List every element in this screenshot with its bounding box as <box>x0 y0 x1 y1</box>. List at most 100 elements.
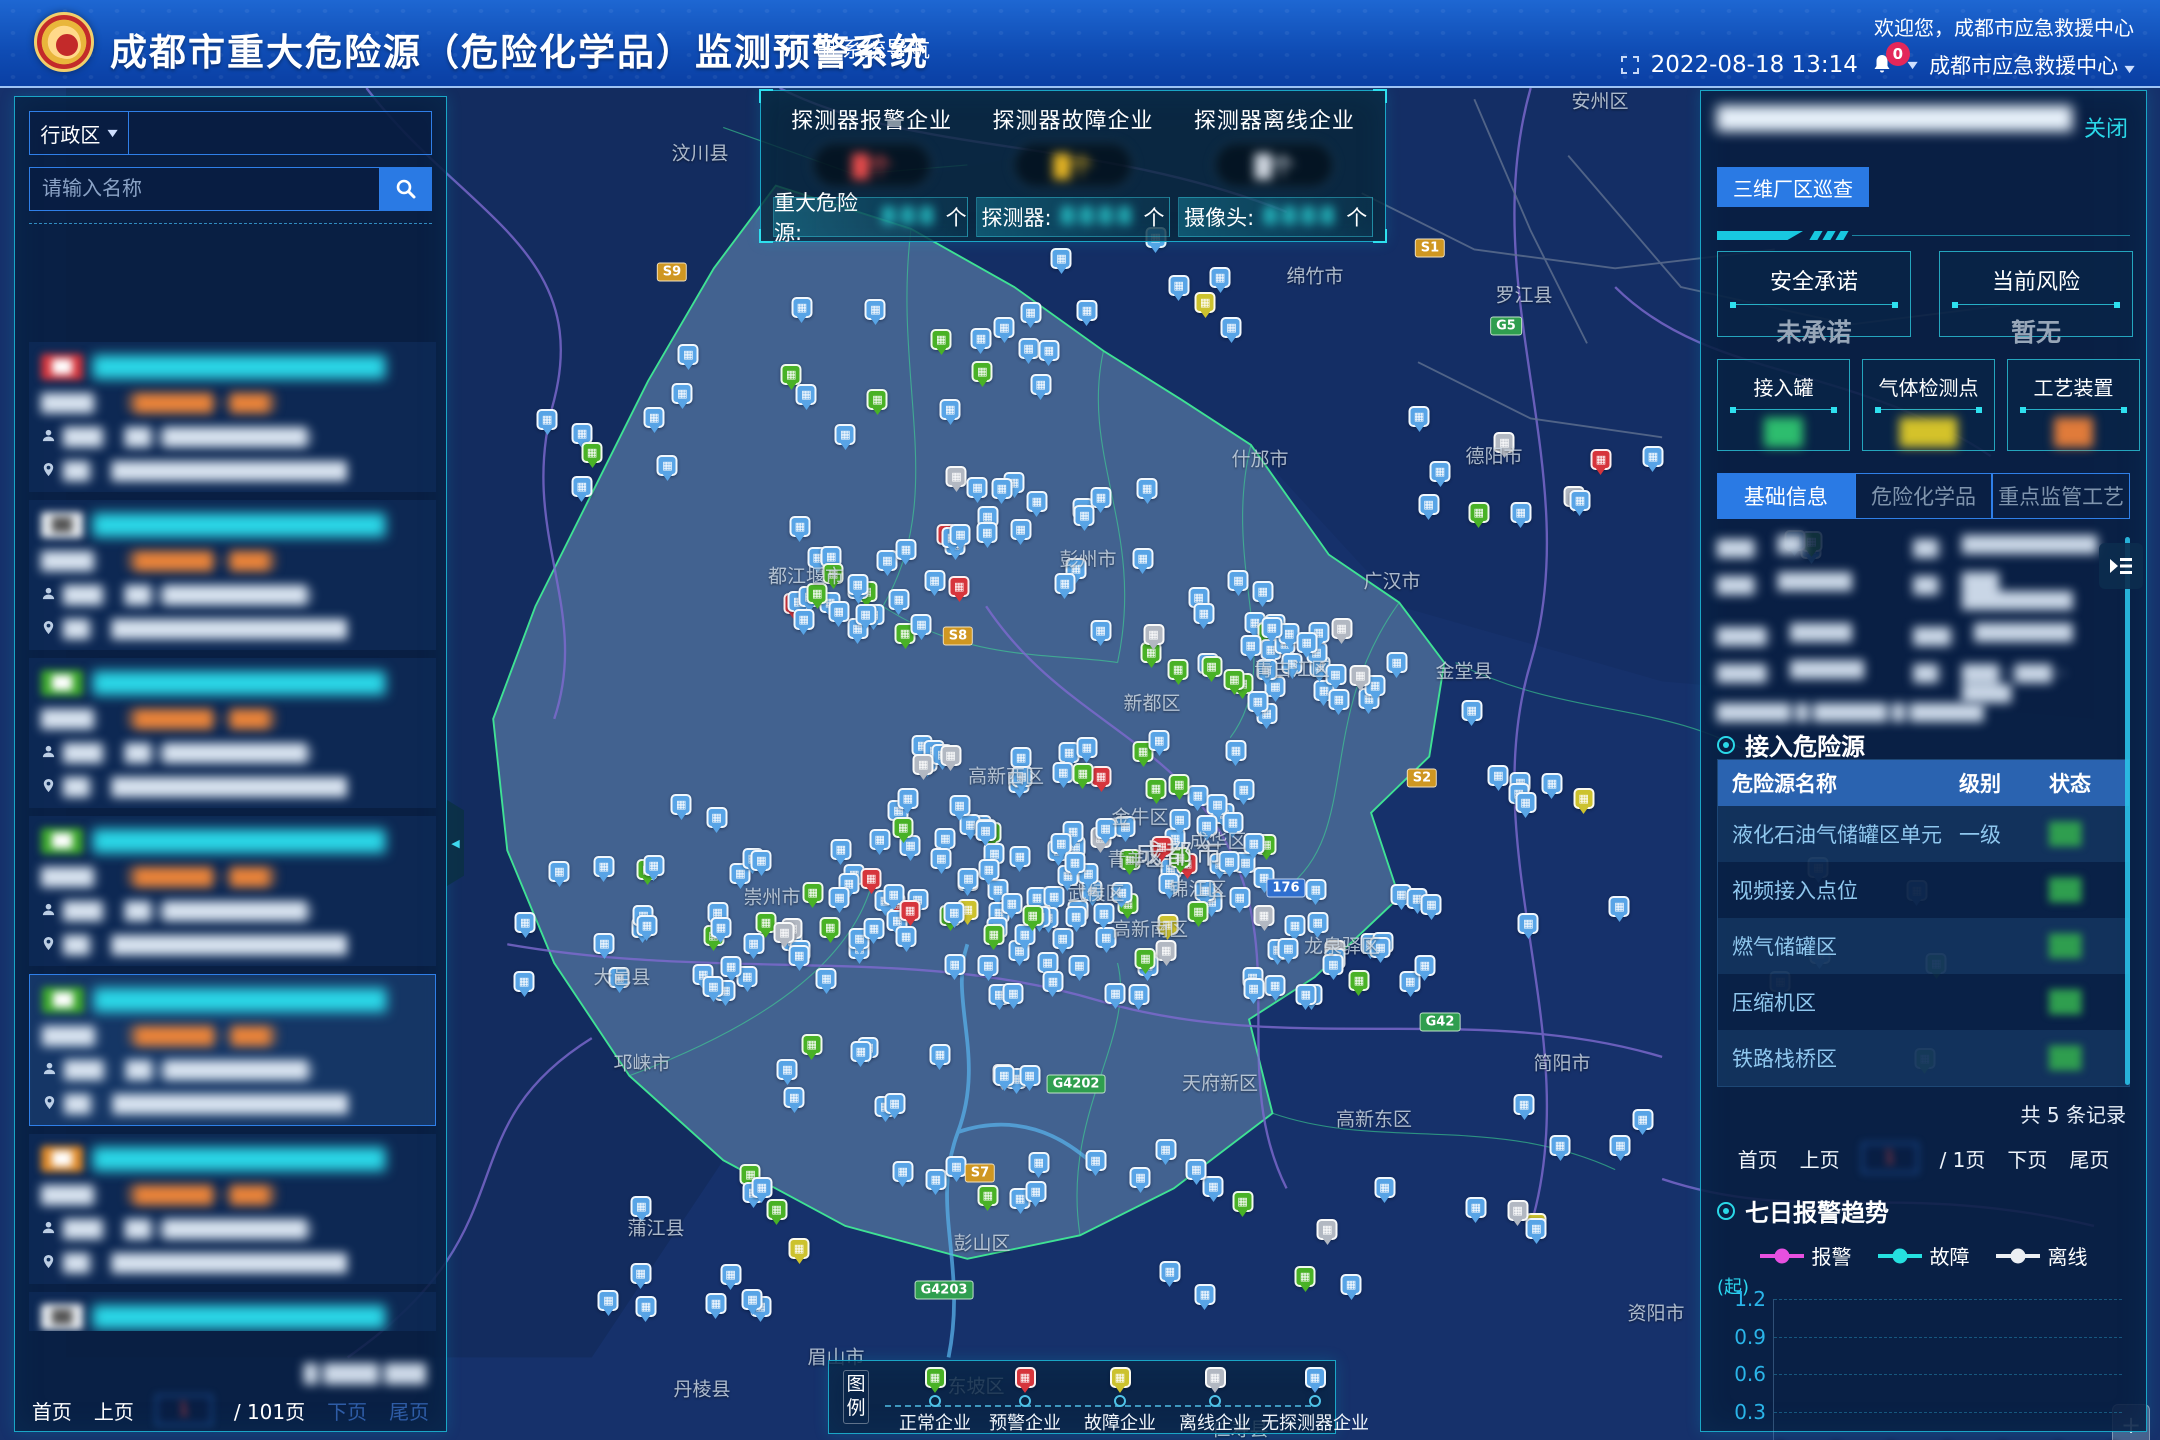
map-marker[interactable]: ▦ <box>949 576 970 597</box>
page-next[interactable]: 下页 <box>327 1396 367 1425</box>
map-marker[interactable]: ▦ <box>820 917 841 938</box>
map-marker[interactable]: ▦ <box>1341 1274 1362 1295</box>
map-marker[interactable]: ▦ <box>1421 894 1442 915</box>
map-marker[interactable]: ▦ <box>924 570 945 591</box>
map-marker[interactable]: ▦ <box>582 442 603 463</box>
map-marker[interactable]: ▦ <box>1488 765 1509 786</box>
map-marker[interactable]: ▦ <box>1188 901 1209 922</box>
map-marker[interactable]: ▦ <box>766 1199 787 1220</box>
map-marker[interactable]: ▦ <box>1468 502 1489 523</box>
map-marker[interactable]: ▦ <box>925 1169 946 1190</box>
map-marker[interactable]: ▦ <box>1169 809 1190 830</box>
map-marker[interactable]: ▦ <box>1038 340 1059 361</box>
map-marker[interactable]: ▦ <box>572 423 593 444</box>
map-marker[interactable]: ▦ <box>977 1185 998 1206</box>
company-list-item[interactable]: █████████████████████████：【██████－███】██… <box>29 816 436 966</box>
system-nav-menu[interactable]: 系统导航 <box>818 32 930 64</box>
map-marker[interactable]: ▦ <box>1610 1135 1631 1156</box>
map-marker[interactable]: ▦ <box>1169 774 1190 795</box>
map-marker[interactable]: ▦ <box>1573 788 1594 809</box>
map-marker[interactable]: ▦ <box>751 850 772 871</box>
map-marker[interactable]: ▦ <box>1350 665 1371 686</box>
bell-caret-icon[interactable]: ▼ <box>1907 59 1917 70</box>
map-marker[interactable]: ▦ <box>1409 406 1430 427</box>
map-marker[interactable]: ▦ <box>1228 570 1249 591</box>
hazard-table-row[interactable]: 视频接入点位██ <box>1718 862 2129 918</box>
map-marker[interactable]: ▦ <box>1240 635 1261 656</box>
company-list-item[interactable]: █████████████████████████：【██████－███】██… <box>29 1292 436 1331</box>
company-list-item[interactable]: █████████████████████████：【██████－███】██… <box>29 974 436 1126</box>
map-marker[interactable]: ▦ <box>1044 886 1065 907</box>
map-marker[interactable]: ▦ <box>911 614 932 635</box>
map-marker[interactable]: ▦ <box>781 364 802 385</box>
map-marker[interactable]: ▦ <box>1295 1266 1316 1287</box>
legend-series-item[interactable]: 报警 <box>1760 1241 1852 1270</box>
map-marker[interactable]: ▦ <box>1186 1159 1207 1180</box>
map-marker[interactable]: ▦ <box>549 861 570 882</box>
map-marker[interactable]: ▦ <box>1025 1181 1046 1202</box>
map-marker[interactable]: ▦ <box>861 868 882 889</box>
map-marker[interactable]: ▦ <box>1132 548 1153 569</box>
map-marker[interactable]: ▦ <box>935 828 956 849</box>
map-marker[interactable]: ▦ <box>983 924 1004 945</box>
map-marker[interactable]: ▦ <box>1105 983 1126 1004</box>
map-marker[interactable]: ▦ <box>1265 975 1286 996</box>
map-marker[interactable]: ▦ <box>1278 938 1299 959</box>
map-marker[interactable]: ▦ <box>977 522 998 543</box>
map-marker[interactable]: ▦ <box>1418 494 1439 515</box>
map-marker[interactable]: ▦ <box>1510 502 1531 523</box>
map-marker[interactable]: ▦ <box>1541 773 1562 794</box>
search-input[interactable] <box>29 167 380 211</box>
map-marker[interactable]: ▦ <box>931 329 952 350</box>
map-marker[interactable]: ▦ <box>635 1296 656 1317</box>
map-marker[interactable]: ▦ <box>593 856 614 877</box>
expand-detail-button[interactable] <box>2099 543 2143 589</box>
map-marker[interactable]: ▦ <box>1642 446 1663 467</box>
map-marker[interactable]: ▦ <box>1018 338 1039 359</box>
map-marker[interactable]: ▦ <box>1225 740 1246 761</box>
map-marker[interactable]: ▦ <box>1020 302 1041 323</box>
map-marker[interactable]: ▦ <box>1296 632 1317 653</box>
map-marker[interactable]: ▦ <box>1090 487 1111 508</box>
map-marker[interactable]: ▦ <box>1143 624 1164 645</box>
map-marker[interactable]: ▦ <box>991 478 1012 499</box>
map-marker[interactable]: ▦ <box>671 794 692 815</box>
map-marker[interactable]: ▦ <box>802 882 823 903</box>
map-marker[interactable]: ▦ <box>1252 581 1273 602</box>
map-marker[interactable]: ▦ <box>1247 691 1268 712</box>
org-selector[interactable]: 成都市应急救援中心 ▼ <box>1929 50 2134 80</box>
map-marker[interactable]: ▦ <box>1149 730 1170 751</box>
page-prev[interactable]: 上页 <box>94 1396 134 1425</box>
page-last[interactable]: 尾页 <box>389 1396 429 1425</box>
map-marker[interactable]: ▦ <box>1051 833 1072 854</box>
map-marker[interactable]: ▦ <box>1414 955 1435 976</box>
map-marker[interactable]: ▦ <box>1010 519 1031 540</box>
map-marker[interactable]: ▦ <box>1076 737 1097 758</box>
map-marker[interactable]: ▦ <box>1233 779 1254 800</box>
map-marker[interactable]: ▦ <box>970 328 991 349</box>
map-marker[interactable]: ▦ <box>855 604 876 625</box>
map-marker[interactable]: ▦ <box>867 389 888 410</box>
map-marker[interactable]: ▦ <box>1030 374 1051 395</box>
map-marker[interactable]: ▦ <box>865 299 886 320</box>
map-marker[interactable]: ▦ <box>1053 762 1074 783</box>
map-marker[interactable]: ▦ <box>636 915 657 936</box>
map-marker[interactable]: ▦ <box>1155 1139 1176 1160</box>
map-marker[interactable]: ▦ <box>751 1177 772 1198</box>
map-marker[interactable]: ▦ <box>1042 971 1063 992</box>
map-marker[interactable]: ▦ <box>1028 1152 1049 1173</box>
map-marker[interactable]: ▦ <box>946 466 967 487</box>
map-marker[interactable]: ▦ <box>892 1161 913 1182</box>
map-marker[interactable]: ▦ <box>789 516 810 537</box>
map-marker[interactable]: ▦ <box>946 1156 967 1177</box>
map-marker[interactable]: ▦ <box>929 1044 950 1065</box>
hazard-table-row[interactable]: 燃气储罐区██ <box>1718 918 2129 974</box>
sidebar-collapse-handle[interactable]: ◀ <box>447 800 464 886</box>
tab-active[interactable]: 基础信息 <box>1717 473 1855 519</box>
map-marker[interactable]: ▦ <box>571 476 592 497</box>
map-marker[interactable]: ▦ <box>1168 275 1189 296</box>
map-marker[interactable]: ▦ <box>1609 896 1630 917</box>
map-marker[interactable]: ▦ <box>1515 792 1536 813</box>
map-marker[interactable]: ▦ <box>897 788 918 809</box>
map-marker[interactable]: ▦ <box>1430 461 1451 482</box>
